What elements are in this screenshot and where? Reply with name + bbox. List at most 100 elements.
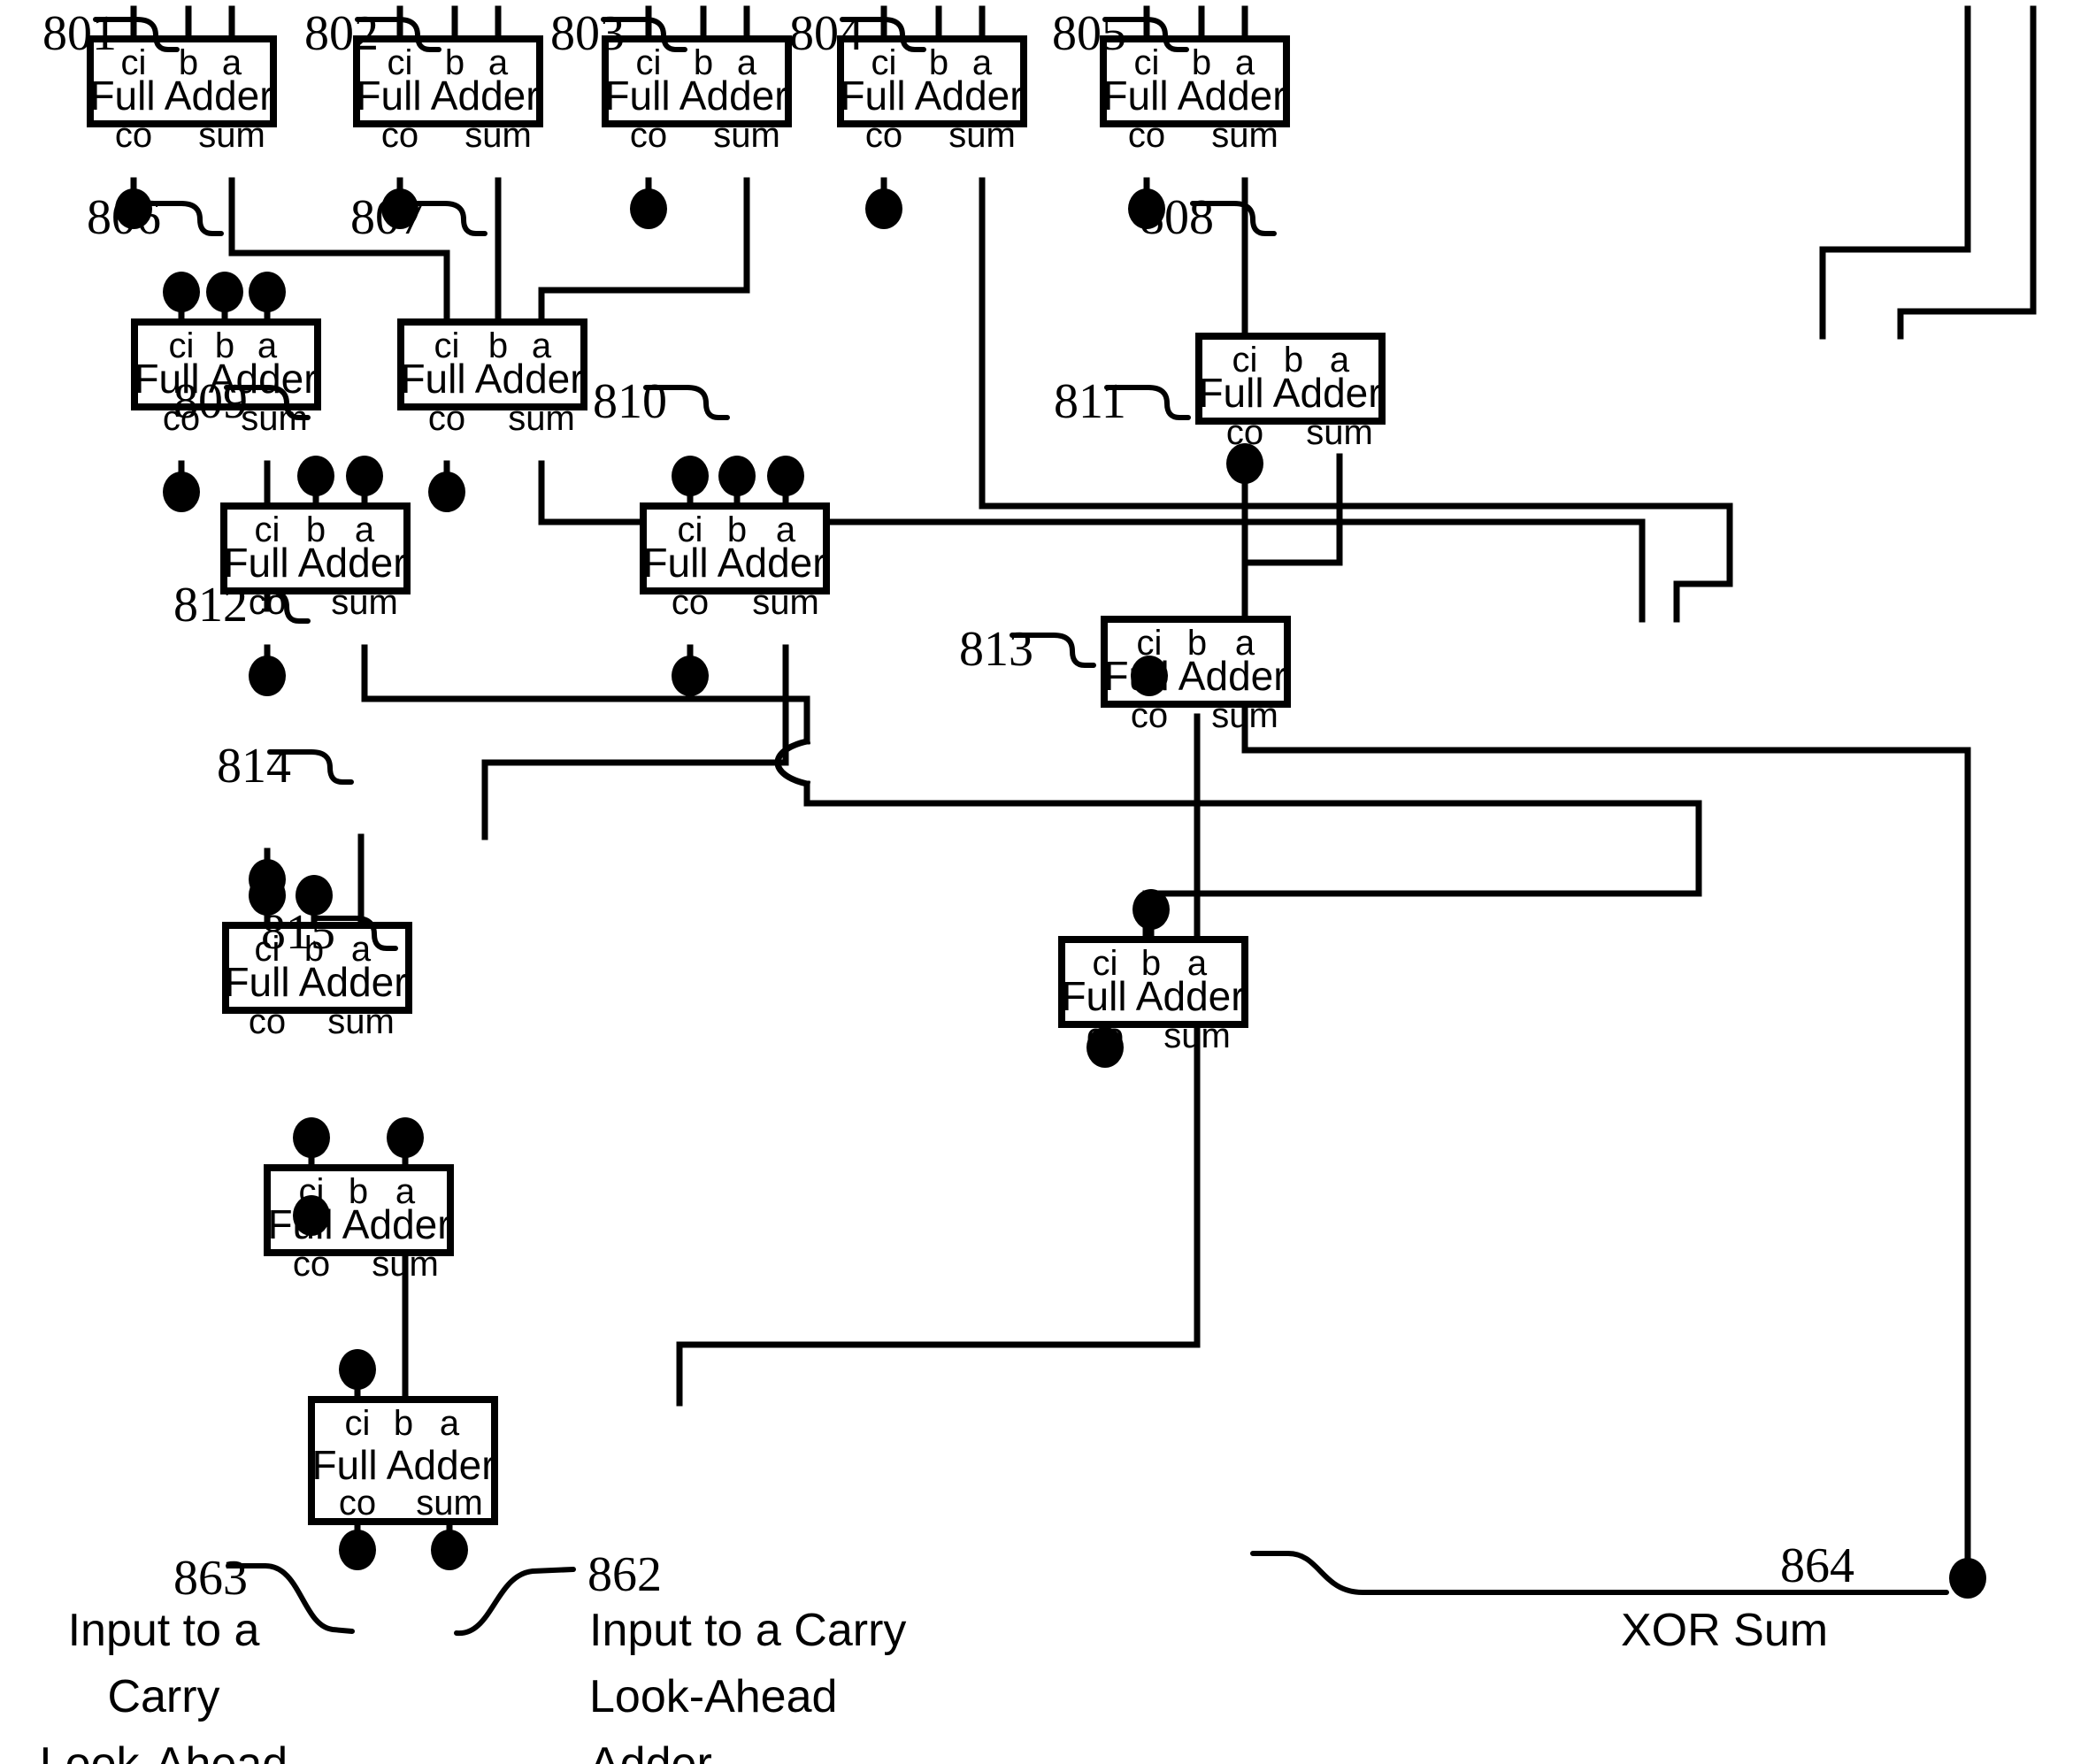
adder-815[interactable]: ci b a Full Adder co sum — [308, 1396, 498, 1525]
wire-813-sum-to-864 — [676, 1016, 1201, 1407]
ref-numeral-806: 806 — [87, 190, 161, 245]
dot-808-co — [1226, 443, 1263, 484]
adder-810-pin-co: co — [672, 583, 709, 622]
adder-801-pin-co: co — [115, 116, 152, 155]
caption-862-line-2: Look-Ahead — [589, 1671, 838, 1723]
adder-803[interactable]: ci b a Full Adder co sum — [602, 35, 792, 155]
adder-807-pin-co: co — [428, 399, 465, 438]
adder-805-label: Full Adder — [1102, 73, 1286, 119]
adder-805[interactable]: ci b a Full Adder co sum — [1100, 35, 1290, 155]
dot-813-b-in — [1132, 889, 1170, 930]
dot-810-a-in — [767, 456, 804, 496]
caption-862: Input to a Carry Look-Ahead Adder — [589, 1598, 943, 1764]
ref-numeral-801: 801 — [42, 6, 117, 61]
ref-numeral-809: 809 — [173, 374, 248, 429]
adder-804-label: Full Adder — [840, 73, 1023, 119]
ref-numeral-811: 811 — [1054, 374, 1126, 429]
dot-809-a-in — [346, 456, 383, 496]
adder-808-pin-sum: sum — [1306, 413, 1373, 452]
adder-802-label: Full Adder — [356, 73, 539, 119]
adder-808-label: Full Adder — [1198, 370, 1381, 416]
ref-numeral-814: 814 — [217, 739, 291, 794]
adder-815-label: Full Adder — [311, 1442, 495, 1488]
adder-803-pin-co: co — [630, 116, 667, 155]
caption-863: Input to a Carry Look-Ahead Adder — [9, 1598, 319, 1764]
adder-801-pin-sum: sum — [198, 116, 265, 155]
adder-815-pin-sum: sum — [416, 1484, 483, 1522]
adder-808[interactable]: ci b a Full Adder co sum — [1195, 333, 1386, 452]
adder-805-pin-co: co — [1128, 116, 1165, 155]
adder-811-pin-sum: sum — [1211, 696, 1278, 735]
wire-top-right-to-808-b — [1819, 5, 1971, 340]
adder-801-label: Full Adder — [89, 73, 273, 119]
dot-814-co — [293, 1195, 330, 1236]
adder-809[interactable]: ci b a Full Adder co sum — [220, 502, 411, 622]
adder-815-pin-a: a — [440, 1404, 460, 1443]
caption-862-line-3: Adder — [589, 1737, 712, 1764]
adder-804-pin-sum: sum — [948, 116, 1016, 155]
ref-numeral-813: 813 — [959, 622, 1033, 677]
ref-numeral-805: 805 — [1052, 6, 1126, 61]
wire-809-sum-hop-lower — [803, 780, 1702, 807]
adder-807-pin-sum: sum — [508, 399, 575, 438]
caption-862-line-1: Input to a Carry — [589, 1605, 907, 1656]
schematic-canvas: ci b a Full Adder co sum ci b a Full Add… — [87, 5, 2037, 1637]
adder-814-pin-co: co — [293, 1245, 330, 1284]
adder-807[interactable]: ci b a Full Adder co sum — [397, 318, 587, 438]
adder-801[interactable]: ci b a Full Adder co sum — [87, 35, 277, 155]
adder-812-label: Full Adder — [224, 959, 407, 1005]
caption-863-line-1: Input to a Carry — [67, 1605, 260, 1723]
leader-line-layer — [93, 17, 1949, 1637]
dot-806-ci-in — [163, 272, 200, 312]
wire-809-sum-to-813-ci — [361, 644, 810, 745]
adder-804[interactable]: ci b a Full Adder co sum — [837, 35, 1027, 155]
dot-815-ci-in — [339, 1349, 376, 1390]
adder-814[interactable]: ci b a Full Adder co sum — [264, 1164, 454, 1284]
adder-803-pin-sum: sum — [713, 116, 780, 155]
adder-810-pin-sum: sum — [752, 583, 819, 622]
dot-811-co — [1131, 656, 1168, 696]
dot-806-co — [163, 472, 200, 512]
dot-806-a-in — [249, 272, 286, 312]
dot-810-ci-in — [672, 456, 709, 496]
dot-804-co — [865, 188, 902, 229]
adder-815-pin-co: co — [339, 1484, 376, 1522]
ref-numeral-864: 864 — [1780, 1538, 1854, 1593]
caption-864-line-1: XOR Sum — [1621, 1605, 1829, 1656]
adder-811-pin-co: co — [1131, 696, 1168, 735]
ref-numeral-815: 815 — [261, 905, 335, 960]
adder-813-label: Full Adder — [1061, 973, 1244, 1019]
adder-810[interactable]: ci b a Full Adder co sum — [640, 502, 830, 622]
adder-802[interactable]: ci b a Full Adder co sum — [353, 35, 543, 155]
leader-862 — [454, 1567, 576, 1637]
ref-numeral-807: 807 — [350, 190, 425, 245]
ref-numeral-802: 802 — [304, 6, 379, 61]
ref-numeral-808: 808 — [1140, 190, 1214, 245]
adder-815-pin-ci: ci — [345, 1404, 371, 1443]
dot-806-b-in — [206, 272, 243, 312]
adder-803-label: Full Adder — [604, 73, 787, 119]
patent-figure-page: ci b a Full Adder co sum ci b a Full Add… — [0, 0, 2096, 1764]
dot-809-co — [249, 656, 286, 696]
adder-813-pin-sum: sum — [1163, 1016, 1231, 1055]
caption-864: XOR Sum — [1621, 1598, 1992, 1664]
caption-863-line-2: Look-Ahead — [39, 1737, 288, 1764]
dot-812-co — [249, 859, 286, 900]
adder-802-pin-sum: sum — [464, 116, 532, 155]
ref-numeral-862: 862 — [587, 1547, 662, 1602]
dot-814-ci-in — [293, 1117, 330, 1158]
ref-numeral-803: 803 — [550, 6, 625, 61]
node-dot-layer — [115, 188, 1986, 1599]
dot-813-co — [1086, 1027, 1124, 1068]
adder-812-pin-co: co — [249, 1002, 286, 1041]
dot-xor-sum-terminal-864 — [1949, 1558, 1986, 1599]
dot-807-co — [428, 472, 465, 512]
adder-809-label: Full Adder — [223, 540, 406, 586]
adder-807-label: Full Adder — [400, 356, 583, 402]
adder-814-pin-sum: sum — [372, 1245, 439, 1284]
adder-815-pin-b: b — [394, 1404, 413, 1443]
ref-numeral-812: 812 — [173, 578, 248, 633]
adder-804-pin-co: co — [865, 116, 902, 155]
dot-803-co — [630, 188, 667, 229]
adder-810-label: Full Adder — [642, 540, 825, 586]
